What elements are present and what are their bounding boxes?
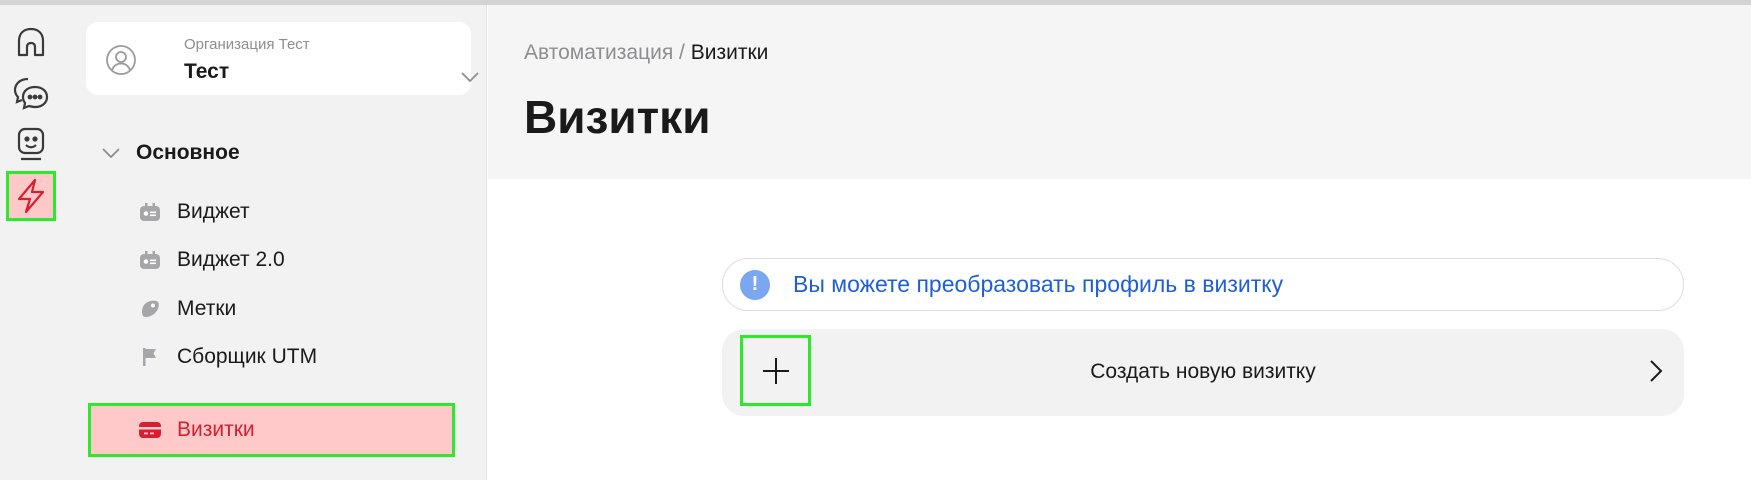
sidebar-item-label: Виджет 2.0 [177, 248, 285, 271]
org-selector[interactable]: Организация Тест Тест [86, 22, 479, 95]
home-icon [17, 27, 45, 57]
breadcrumb-separator: / [673, 41, 691, 64]
org-subtitle: Организация Тест [184, 36, 310, 53]
create-business-card-label: Создать новую визитку [1090, 360, 1316, 383]
sidebar-item-label: Визитки [177, 418, 255, 441]
chevron-down-icon [461, 72, 479, 82]
sidebar-item-label: Сборщик UTM [177, 345, 318, 368]
page-header: Автоматизация / Визитки Визитки [488, 5, 1751, 179]
sidebar-item-utm[interactable]: Сборщик UTM [88, 330, 452, 384]
sidebar: Организация Тест Тест Основное Виджет Ви… [62, 5, 487, 480]
user-avatar-icon [106, 45, 136, 75]
icon-rail [0, 5, 62, 480]
info-text[interactable]: Вы можете преобразовать профиль в визитк… [793, 271, 1283, 298]
tag-icon [139, 298, 161, 320]
rail-chat-button[interactable] [6, 68, 56, 118]
rail-home-button[interactable] [6, 17, 56, 67]
page-title: Визитки [524, 91, 711, 143]
sidebar-item-widget[interactable]: Виджет [88, 185, 452, 239]
sidebar-item-label: Метки [177, 297, 237, 320]
sidebar-item-widget-2[interactable]: Виджет 2.0 [88, 233, 452, 287]
sidebar-item-label: Виджет [177, 200, 250, 223]
sidebar-item-business-cards[interactable]: Визитки [88, 403, 455, 457]
info-banner[interactable]: ! Вы можете преобразовать профиль в визи… [722, 258, 1684, 311]
card-icon [139, 419, 161, 441]
section-toggle-main[interactable]: Основное [102, 141, 240, 165]
chevron-right-icon [1650, 360, 1663, 382]
bot-icon [17, 127, 45, 161]
rail-automation-button[interactable] [6, 171, 56, 221]
chat-icon [13, 77, 49, 110]
breadcrumb-current: Визитки [690, 41, 769, 64]
rail-bot-button[interactable] [6, 119, 56, 169]
breadcrumb-parent-link[interactable]: Автоматизация [524, 41, 673, 64]
widget-icon [139, 249, 161, 271]
widget-icon [139, 201, 161, 223]
sidebar-item-tags[interactable]: Метки [88, 282, 452, 336]
lightning-icon [17, 178, 45, 214]
breadcrumb: Автоматизация / Визитки [524, 41, 768, 65]
exclamation-icon: ! [740, 269, 770, 300]
chevron-down-icon [102, 148, 120, 158]
section-label: Основное [136, 141, 240, 164]
create-business-card-row[interactable]: Создать новую визитку [722, 329, 1684, 416]
flag-icon [139, 346, 161, 368]
org-name: Тест [184, 60, 230, 83]
